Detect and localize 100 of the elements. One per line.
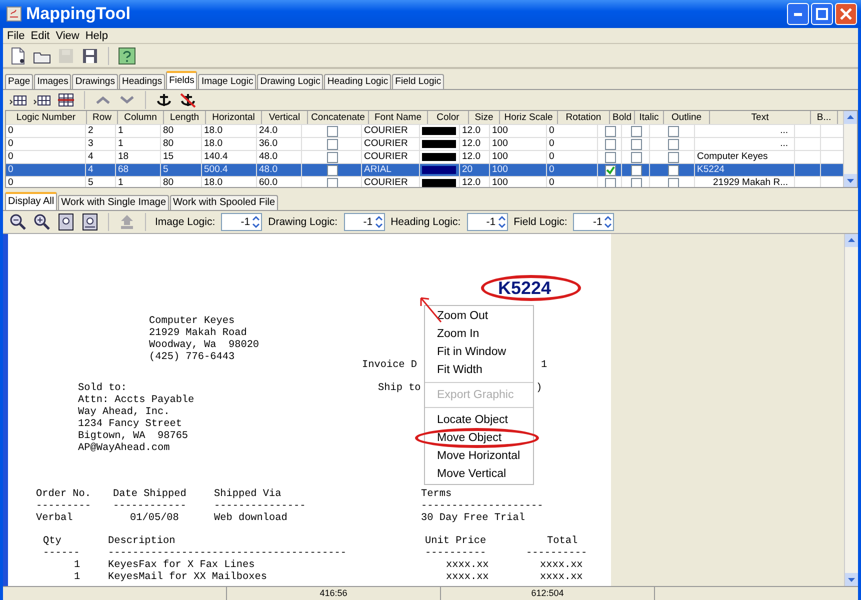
table-cell: ... <box>780 138 788 150</box>
checkbox[interactable] <box>668 152 678 162</box>
color-swatch[interactable] <box>422 127 456 135</box>
scroll-down-icon[interactable] <box>844 174 857 187</box>
menu-item[interactable]: Help <box>85 30 108 42</box>
tab[interactable]: Field Logic <box>392 74 444 89</box>
checkbox[interactable] <box>631 178 642 187</box>
checkbox[interactable] <box>327 126 338 136</box>
spinner-field[interactable]: -1 <box>573 213 614 231</box>
menu-item[interactable]: Fit in Window <box>425 346 506 358</box>
tab[interactable]: Images <box>34 74 72 89</box>
spinner-field[interactable]: -1 <box>344 213 385 231</box>
tab[interactable]: Page <box>5 74 34 89</box>
spinner-label: Drawing Logic: <box>268 216 338 228</box>
anchor-icon[interactable] <box>155 92 173 108</box>
checkbox[interactable] <box>605 178 616 187</box>
minimize-icon <box>794 12 802 16</box>
menu-item[interactable]: Zoom In <box>425 328 480 340</box>
scroll-down-icon[interactable] <box>845 573 858 586</box>
tab[interactable]: Drawing Logic <box>257 74 324 89</box>
checkbox[interactable] <box>327 138 338 150</box>
close-button[interactable] <box>835 3 857 25</box>
save-as-icon[interactable] <box>81 46 99 64</box>
menu-item[interactable]: Edit <box>30 30 50 42</box>
document-text: -------------------- <box>421 501 544 512</box>
tab[interactable]: Drawings <box>72 74 118 89</box>
spinner-arrows-icon[interactable] <box>498 215 506 229</box>
tab[interactable]: Work with Single Image <box>58 195 169 210</box>
spinner-arrows-icon[interactable] <box>252 215 260 229</box>
tab[interactable]: Heading Logic <box>324 74 392 89</box>
checkbox[interactable] <box>668 126 678 136</box>
checkbox[interactable] <box>327 152 338 162</box>
spinner-arrows-icon[interactable] <box>374 215 383 229</box>
color-swatch[interactable] <box>422 140 456 148</box>
tab[interactable]: Work with Spooled File <box>170 195 278 210</box>
checkbox[interactable] <box>605 138 616 150</box>
checkbox[interactable] <box>327 164 338 176</box>
checkbox[interactable] <box>631 152 642 162</box>
tab[interactable]: Fields <box>166 71 198 89</box>
scroll-up-icon[interactable] <box>845 234 858 247</box>
new-file-icon[interactable] <box>9 46 27 64</box>
tab[interactable]: Headings <box>118 74 166 89</box>
spinner-field[interactable]: -1 <box>221 213 262 231</box>
spinner-arrows-icon[interactable] <box>604 215 612 229</box>
column-header[interactable]: Horiz Scale <box>500 111 558 124</box>
document-text: ------ <box>43 548 80 560</box>
maximize-button[interactable] <box>811 3 833 25</box>
tab[interactable]: Image Logic <box>198 74 256 89</box>
menu-item[interactable]: Zoom Out <box>425 310 488 322</box>
vertical-scrollbar[interactable] <box>843 111 857 187</box>
menu-item[interactable]: Move Horizontal <box>425 450 520 462</box>
scroll-up-icon[interactable] <box>844 111 857 124</box>
vertical-scrollbar[interactable] <box>844 234 858 586</box>
help-icon[interactable] <box>118 46 136 64</box>
fit-page-icon[interactable] <box>57 213 75 231</box>
column-header[interactable]: Row <box>87 111 118 124</box>
menu-item[interactable]: Move Object <box>425 432 502 444</box>
column-header[interactable]: Outline <box>664 111 710 124</box>
column-header[interactable]: Horizontal <box>206 111 262 124</box>
checkbox[interactable] <box>631 126 642 136</box>
column-header[interactable]: Color <box>428 111 469 124</box>
zoom-out-icon[interactable] <box>9 213 27 231</box>
column-header[interactable]: Column <box>118 111 164 124</box>
column-header[interactable]: Size <box>469 111 500 124</box>
column-header[interactable]: Rotation <box>558 111 610 124</box>
column-header[interactable]: Logic Number <box>6 111 87 124</box>
menu-item[interactable]: Locate Object <box>425 414 508 426</box>
column-header[interactable]: Italic <box>635 111 664 124</box>
delete-row-icon[interactable] <box>57 92 75 108</box>
tab[interactable]: Display All <box>5 192 58 210</box>
crossed-anchor-icon[interactable] <box>179 92 197 108</box>
column-header[interactable]: B... <box>811 111 838 124</box>
column-header[interactable]: Font Name <box>369 111 428 124</box>
menu-item[interactable]: File <box>7 30 25 42</box>
color-swatch[interactable] <box>422 179 456 187</box>
color-swatch[interactable] <box>422 153 456 161</box>
checkbox[interactable] <box>327 178 338 187</box>
column-header[interactable]: Bold <box>610 111 635 124</box>
checkbox[interactable] <box>605 152 616 162</box>
column-header[interactable]: Text <box>710 111 811 124</box>
menu-item[interactable]: View <box>56 30 80 42</box>
fit-width-icon[interactable] <box>81 213 99 231</box>
document-text: 1 <box>74 560 80 572</box>
column-header[interactable]: Length <box>164 111 206 124</box>
checkbox[interactable] <box>605 126 616 136</box>
checkbox[interactable] <box>668 164 678 176</box>
minimize-button[interactable] <box>787 3 809 25</box>
field-text[interactable]: K5224 <box>498 278 552 298</box>
checkbox[interactable] <box>631 138 642 150</box>
column-header[interactable]: Vertical <box>262 111 308 124</box>
column-header[interactable]: Concatenate <box>308 111 369 124</box>
spinner-field[interactable]: -1 <box>466 213 508 231</box>
zoom-in-icon[interactable] <box>33 213 51 231</box>
menu-item[interactable]: Fit Width <box>425 364 482 376</box>
color-swatch[interactable] <box>422 166 456 174</box>
checkbox[interactable] <box>668 138 678 150</box>
checkbox[interactable] <box>668 178 678 187</box>
checkbox[interactable] <box>605 164 616 176</box>
checkbox[interactable] <box>631 164 642 176</box>
menu-item[interactable]: Move Vertical <box>425 468 506 480</box>
